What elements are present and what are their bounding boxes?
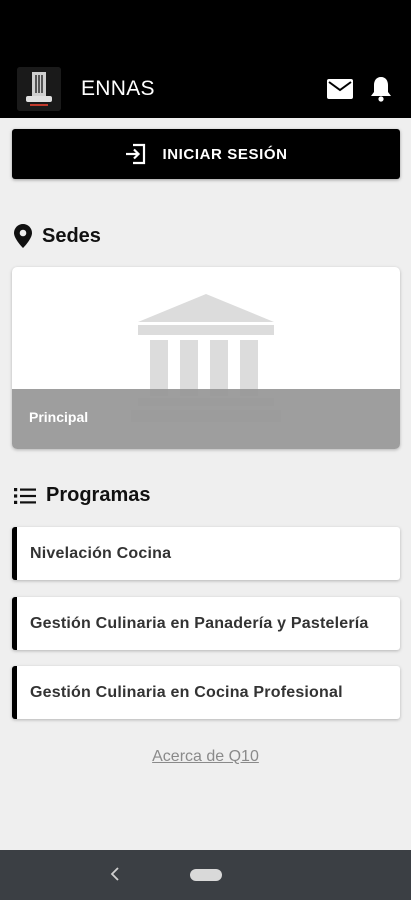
programas-heading: Programas bbox=[14, 484, 151, 507]
login-icon bbox=[126, 143, 146, 165]
program-item[interactable]: Gestión Culinaria en Panadería y Pastele… bbox=[12, 597, 400, 650]
list-icon bbox=[14, 487, 36, 504]
program-label: Nivelación Cocina bbox=[30, 544, 172, 562]
status-bar bbox=[0, 0, 411, 60]
home-pill[interactable] bbox=[190, 869, 222, 881]
sede-card-principal[interactable]: Principal bbox=[12, 267, 400, 449]
app-bar: ENNAS bbox=[0, 60, 411, 118]
bell-icon[interactable] bbox=[366, 74, 396, 104]
login-label: INICIAR SESIÓN bbox=[162, 145, 288, 163]
system-nav-bar bbox=[0, 850, 411, 900]
program-label: Gestión Culinaria en Cocina Profesional bbox=[30, 683, 343, 701]
login-button[interactable]: INICIAR SESIÓN bbox=[12, 129, 400, 179]
program-label: Gestión Culinaria en Panadería y Pastele… bbox=[30, 614, 369, 632]
sedes-heading: Sedes bbox=[14, 224, 101, 248]
sede-name: Principal bbox=[29, 409, 89, 425]
about-q10-link[interactable]: Acerca de Q10 bbox=[0, 748, 411, 766]
ennas-logo-icon bbox=[17, 67, 61, 111]
mail-icon[interactable] bbox=[325, 74, 355, 104]
sedes-title: Sedes bbox=[42, 224, 101, 247]
location-pin-icon bbox=[14, 224, 32, 248]
program-item[interactable]: Nivelación Cocina bbox=[12, 527, 400, 580]
program-item[interactable]: Gestión Culinaria en Cocina Profesional bbox=[12, 666, 400, 719]
programas-title: Programas bbox=[46, 484, 151, 506]
app-title: ENNAS bbox=[81, 77, 155, 100]
back-icon[interactable] bbox=[104, 862, 126, 886]
